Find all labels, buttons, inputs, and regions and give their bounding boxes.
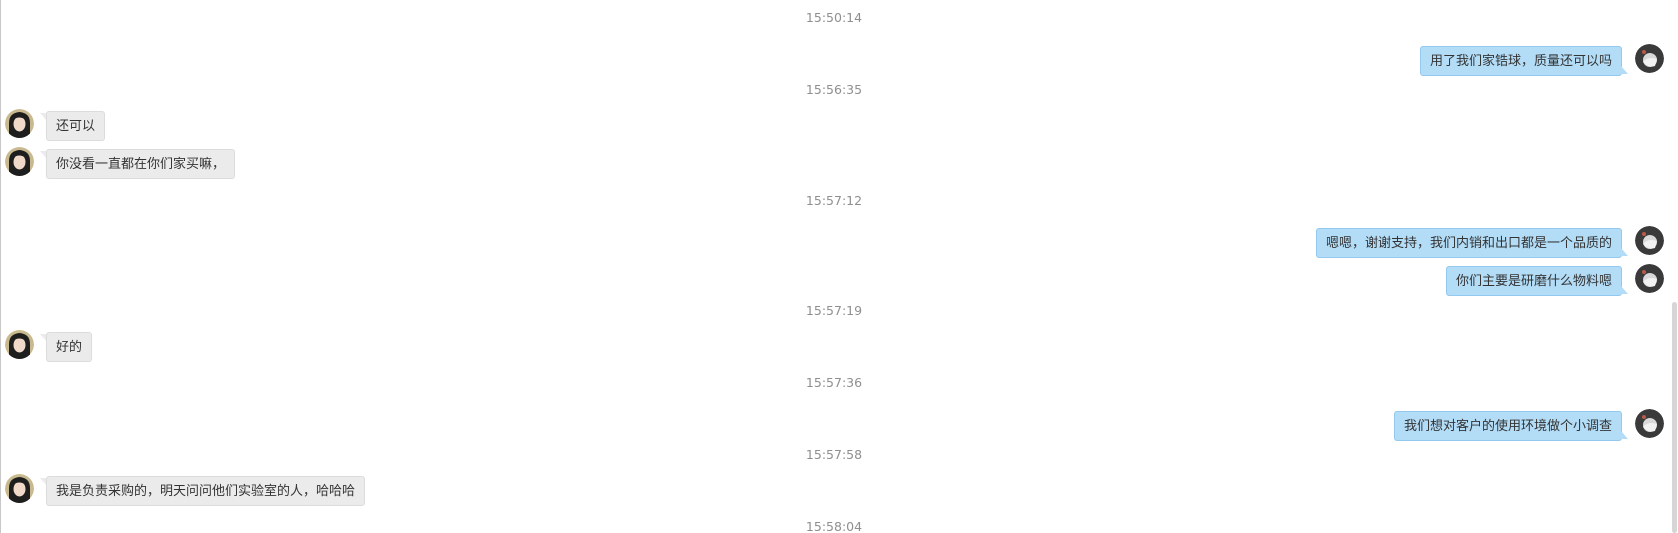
- chat-message-incoming: 好的: [5, 330, 605, 362]
- message-bubble[interactable]: 还可以: [46, 111, 106, 141]
- message-bubble[interactable]: 嗯嗯，谢谢支持，我们内销和出口都是一个品质的: [1315, 228, 1622, 258]
- message-bubble[interactable]: 用了我们家锆球，质量还可以吗: [1419, 46, 1622, 76]
- message-bubble[interactable]: 你没看一直都在你们家买嘛，: [46, 149, 236, 179]
- scrollbar-thumb[interactable]: [1672, 302, 1677, 533]
- chat-message-outgoing: 你们主要是研磨什么物料嗯: [1064, 264, 1664, 296]
- message-timestamp: 15:57:19: [805, 303, 863, 318]
- customer-avatar-icon[interactable]: [5, 474, 34, 503]
- customer-avatar-icon[interactable]: [5, 147, 34, 176]
- agent-avatar-icon[interactable]: [1635, 264, 1664, 293]
- message-timestamp: 15:50:14: [805, 10, 863, 25]
- scrollbar[interactable]: [1668, 0, 1678, 533]
- chat-message-outgoing: 嗯嗯，谢谢支持，我们内销和出口都是一个品质的: [964, 226, 1664, 258]
- chat-message-outgoing: 用了我们家锆球，质量还可以吗: [1064, 44, 1664, 76]
- message-timestamp: 15:57:12: [805, 193, 863, 208]
- agent-avatar-icon[interactable]: [1635, 409, 1664, 438]
- chat-history-panel[interactable]: 15:50:14 用了我们家锆球，质量还可以吗 15:56:35 还可以 你没看…: [0, 0, 1678, 533]
- message-timestamp: 15:57:58: [805, 447, 863, 462]
- message-timestamp: 15:58:04: [805, 519, 863, 533]
- chat-message-incoming: 你没看一直都在你们家买嘛，: [5, 147, 605, 179]
- chat-message-incoming: 还可以: [5, 109, 605, 141]
- message-bubble[interactable]: 你们主要是研磨什么物料嗯: [1445, 266, 1622, 296]
- customer-avatar-icon[interactable]: [5, 109, 34, 138]
- chat-message-outgoing: 我们想对客户的使用环境做个小调查: [1064, 409, 1664, 441]
- message-timestamp: 15:57:36: [805, 375, 863, 390]
- message-timestamp: 15:56:35: [805, 82, 863, 97]
- bubble-tail: [1621, 431, 1628, 439]
- bubble-tail: [1621, 248, 1628, 256]
- message-bubble[interactable]: 好的: [46, 332, 93, 362]
- bubble-tail: [1621, 286, 1628, 294]
- bubble-tail: [1621, 66, 1628, 74]
- message-bubble[interactable]: 我是负责采购的，明天问问他们实验室的人，哈哈哈: [46, 476, 366, 506]
- chat-message-incoming: 我是负责采购的，明天问问他们实验室的人，哈哈哈: [5, 474, 705, 506]
- customer-avatar-icon[interactable]: [5, 330, 34, 359]
- message-bubble[interactable]: 我们想对客户的使用环境做个小调查: [1393, 411, 1622, 441]
- agent-avatar-icon[interactable]: [1635, 226, 1664, 255]
- agent-avatar-icon[interactable]: [1635, 44, 1664, 73]
